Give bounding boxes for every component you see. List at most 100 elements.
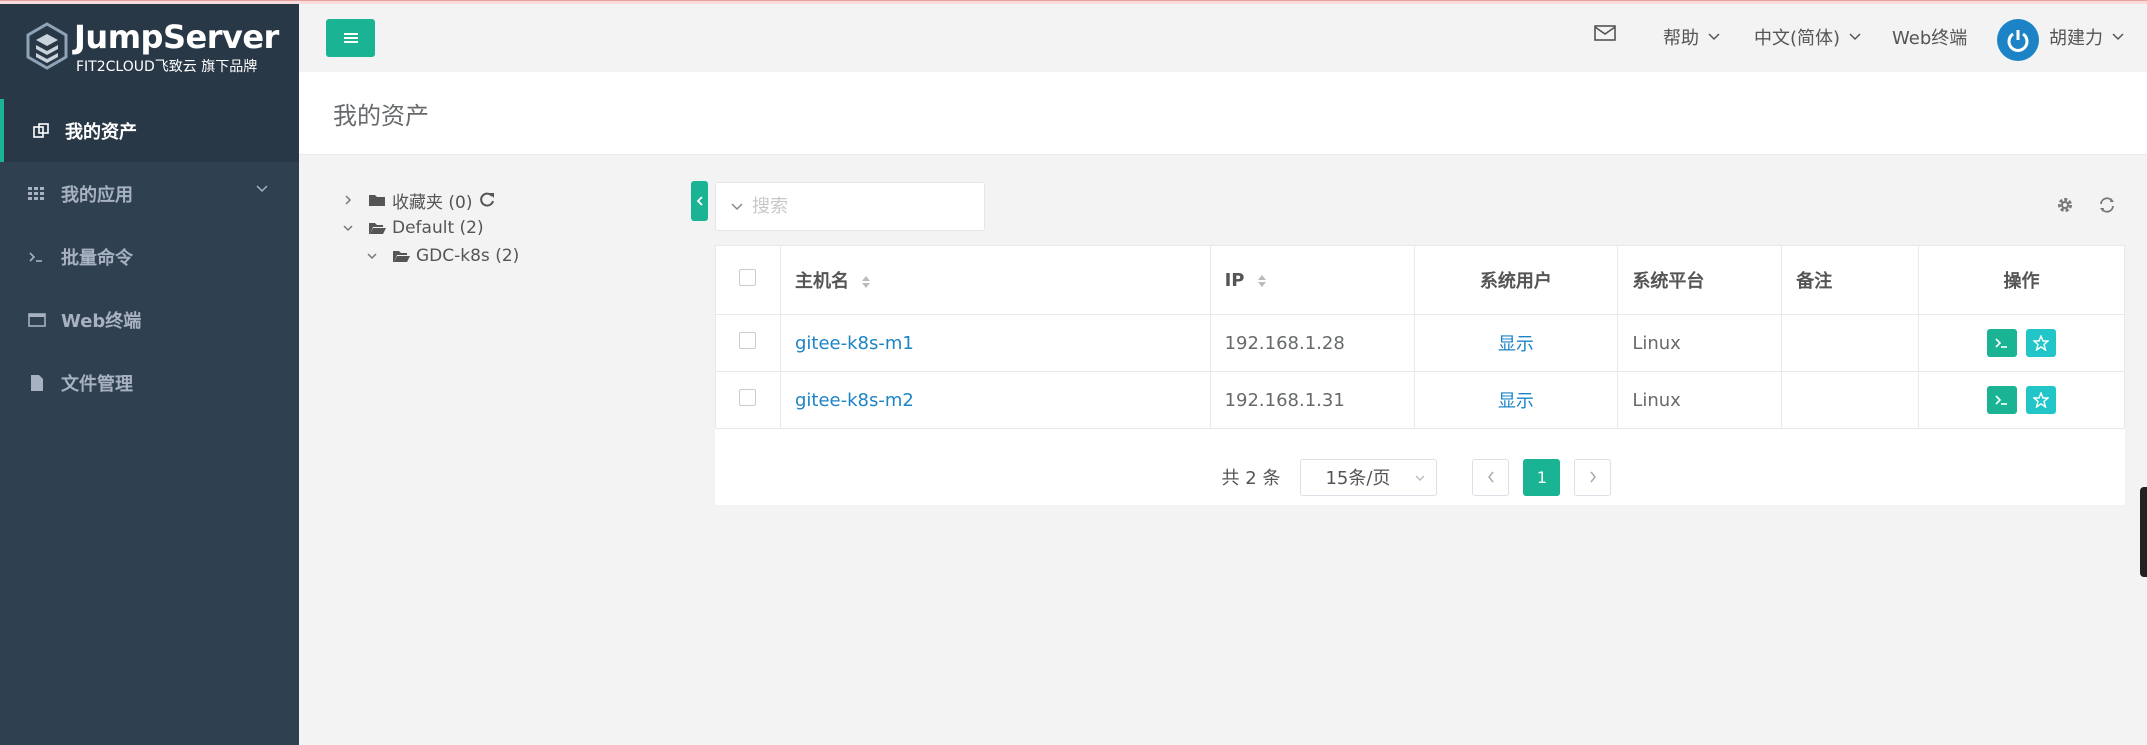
chevron-down-icon[interactable] (730, 202, 744, 212)
assets-icon (31, 121, 51, 141)
chevron-left-icon (1487, 471, 1494, 483)
user-name: 胡建力 (2049, 28, 2103, 49)
chevron-down-icon[interactable] (364, 251, 380, 261)
scrollbar-handle[interactable] (2140, 487, 2147, 577)
refresh-button[interactable] (2096, 194, 2118, 216)
table-row: gitee-k8s-m1 192.168.1.28 显示 Linux (715, 314, 2125, 372)
chevron-left-icon (696, 196, 703, 206)
sort-icon[interactable] (1257, 273, 1267, 289)
row-select-cell (715, 371, 781, 429)
connect-terminal-button[interactable] (1986, 329, 2017, 357)
favorite-button[interactable] (2026, 329, 2057, 357)
search-input[interactable] (752, 186, 952, 227)
row-checkbox[interactable] (739, 389, 757, 406)
page-title: 我的资产 (333, 102, 429, 130)
comment-cell (1781, 371, 1920, 429)
avatar[interactable] (1997, 19, 2039, 61)
user-menu[interactable]: 胡建力 (2049, 24, 2125, 50)
asset-table-card: 主机名 IP 系统用户 系统平台 备注 操作 gitee-k8s-m1 192.… (715, 245, 2125, 505)
row-select-cell (715, 314, 781, 372)
chevron-down-icon (1415, 475, 1425, 481)
folder-open-icon (369, 223, 386, 234)
logo-area: JumpServer FIT2CLOUD飞致云 旗下品牌 (0, 4, 299, 99)
chevron-right-icon (1590, 471, 1596, 483)
sidebar-item-batch-command[interactable]: 批量命令 (0, 225, 299, 288)
show-system-user-link[interactable]: 显示 (1498, 334, 1534, 355)
help-label: 帮助 (1663, 28, 1699, 49)
file-icon (27, 373, 47, 393)
tree-node-gdc-k8s[interactable]: GDC-k8s (2) (340, 242, 519, 270)
browser-top-edge (0, 0, 2147, 4)
star-icon (2033, 392, 2050, 408)
grid-icon (27, 184, 47, 204)
messages-button[interactable] (1594, 24, 1616, 42)
hostname-link[interactable]: gitee-k8s-m2 (795, 390, 914, 411)
chevron-right-icon[interactable] (340, 194, 356, 206)
table-row: gitee-k8s-m2 192.168.1.31 显示 Linux (715, 371, 2125, 429)
platform-cell: Linux (1617, 371, 1783, 429)
folder-icon (369, 195, 385, 206)
select-all-cell (715, 245, 781, 315)
chevron-down-icon (2112, 33, 2124, 41)
brand-title: JumpServer (74, 18, 279, 56)
next-page-button[interactable] (1574, 458, 1612, 496)
sidebar-item-label: 文件管理 (61, 373, 133, 395)
sidebar-item-label: 我的应用 (61, 184, 133, 206)
hamburger-icon (343, 33, 358, 43)
sidebar-item-label: Web终端 (61, 310, 142, 332)
column-system-user: 系统用户 (1413, 245, 1619, 315)
terminal-icon (1995, 338, 2007, 348)
column-hostname[interactable]: 主机名 (779, 245, 1211, 315)
tree-node-default[interactable]: Default (2) (340, 214, 519, 242)
sidebar-item-label: 我的资产 (65, 121, 137, 143)
comment-cell (1781, 314, 1920, 372)
platform-cell: Linux (1617, 314, 1783, 372)
search-box[interactable] (715, 182, 985, 231)
sidebar-item-file-manager[interactable]: 文件管理 (0, 351, 299, 414)
web-terminal-label: Web终端 (1892, 28, 1968, 49)
hostname-link[interactable]: gitee-k8s-m1 (795, 333, 914, 354)
show-system-user-link[interactable]: 显示 (1498, 391, 1534, 412)
sort-icon[interactable] (861, 274, 871, 290)
language-menu[interactable]: 中文(简体) (1754, 24, 1862, 50)
chevron-down-icon (1849, 33, 1861, 41)
page-size-select[interactable]: 15条/页 (1300, 458, 1438, 496)
sidebar-item-my-apps[interactable]: 我的应用 (0, 162, 299, 225)
tree-node-label: 收藏夹 (0) (392, 192, 473, 213)
chevron-down-icon[interactable] (340, 223, 356, 233)
table-header-row: 主机名 IP 系统用户 系统平台 备注 操作 (715, 245, 2125, 315)
select-all-checkbox[interactable] (739, 269, 757, 286)
tree-collapse-button[interactable] (691, 181, 708, 221)
sidebar-toggle-button[interactable] (326, 19, 375, 57)
pagination-total: 共 2 条 (1221, 468, 1281, 489)
row-checkbox[interactable] (739, 332, 757, 349)
connect-terminal-button[interactable] (1986, 386, 2017, 414)
column-actions: 操作 (1918, 245, 2125, 315)
help-menu[interactable]: 帮助 (1663, 24, 1721, 50)
jumpserver-logo-icon (26, 22, 68, 70)
chevron-down-icon (256, 185, 268, 193)
refresh-icon[interactable] (478, 191, 496, 209)
settings-button[interactable] (2054, 194, 2076, 216)
folder-open-icon (393, 251, 410, 262)
column-platform: 系统平台 (1617, 245, 1783, 315)
ip-cell: 192.168.1.31 (1209, 371, 1415, 429)
refresh-icon (2100, 197, 2114, 213)
sidebar-item-web-terminal[interactable]: Web终端 (0, 288, 299, 351)
asset-tree: 收藏夹 (0) Default (2) GDC-k8s (2) (340, 186, 519, 270)
actions-cell (1918, 314, 2125, 372)
prev-page-button[interactable] (1472, 458, 1510, 496)
column-ip[interactable]: IP (1209, 245, 1415, 315)
favorite-button[interactable] (2026, 386, 2057, 414)
tree-node-favorites[interactable]: 收藏夹 (0) (340, 186, 519, 214)
page-number-current[interactable]: 1 (1523, 458, 1561, 496)
gear-icon (2058, 198, 2072, 212)
column-comment: 备注 (1781, 245, 1920, 315)
sidebar-item-my-assets[interactable]: 我的资产 (0, 99, 299, 162)
terminal-icon (27, 247, 47, 267)
tree-node-label: GDC-k8s (2) (416, 246, 520, 266)
pagination: 共 2 条 15条/页 1 (715, 449, 2125, 505)
actions-cell (1918, 371, 2125, 429)
web-terminal-link[interactable]: Web终端 (1892, 24, 1967, 50)
asset-table: 主机名 IP 系统用户 系统平台 备注 操作 gitee-k8s-m1 192.… (715, 245, 2125, 429)
